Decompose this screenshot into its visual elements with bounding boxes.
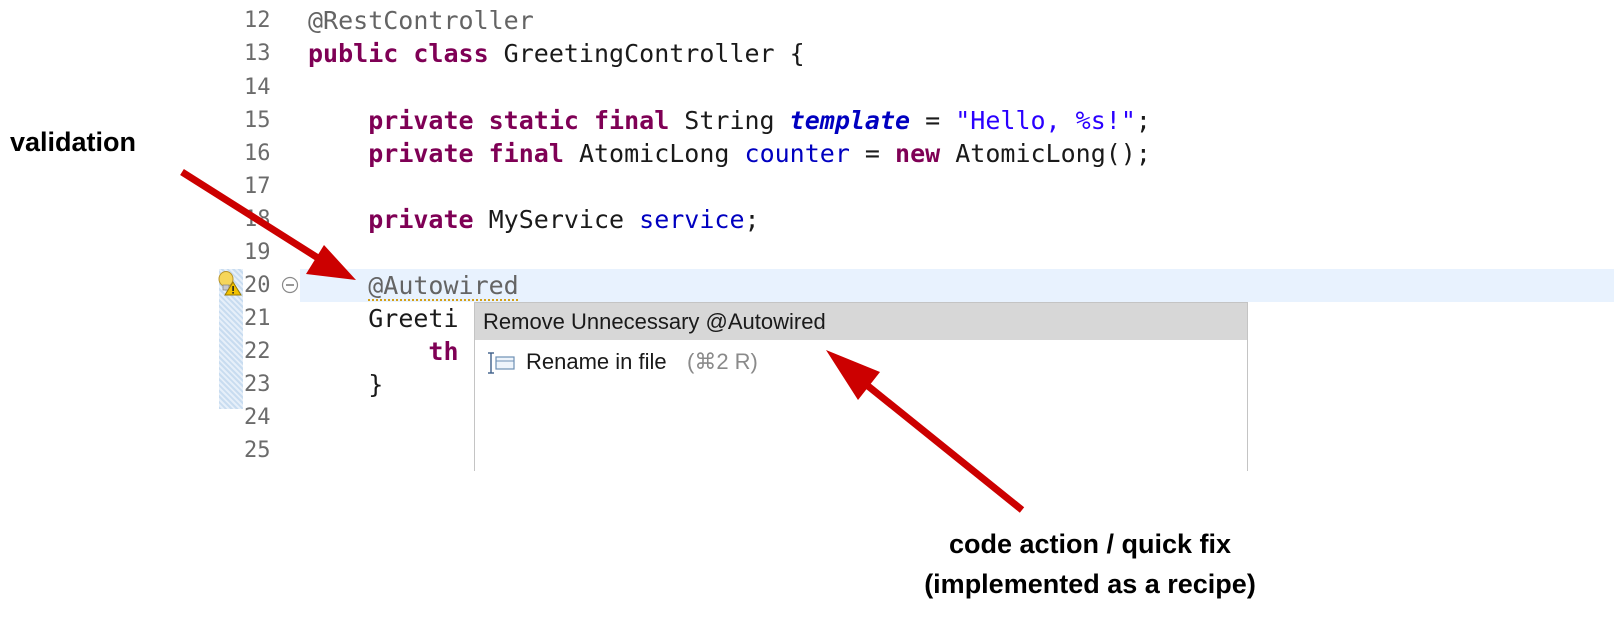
callout-arrows xyxy=(180,169,1025,513)
quickfix-arrow xyxy=(826,350,1025,513)
validation-arrow xyxy=(180,169,356,280)
